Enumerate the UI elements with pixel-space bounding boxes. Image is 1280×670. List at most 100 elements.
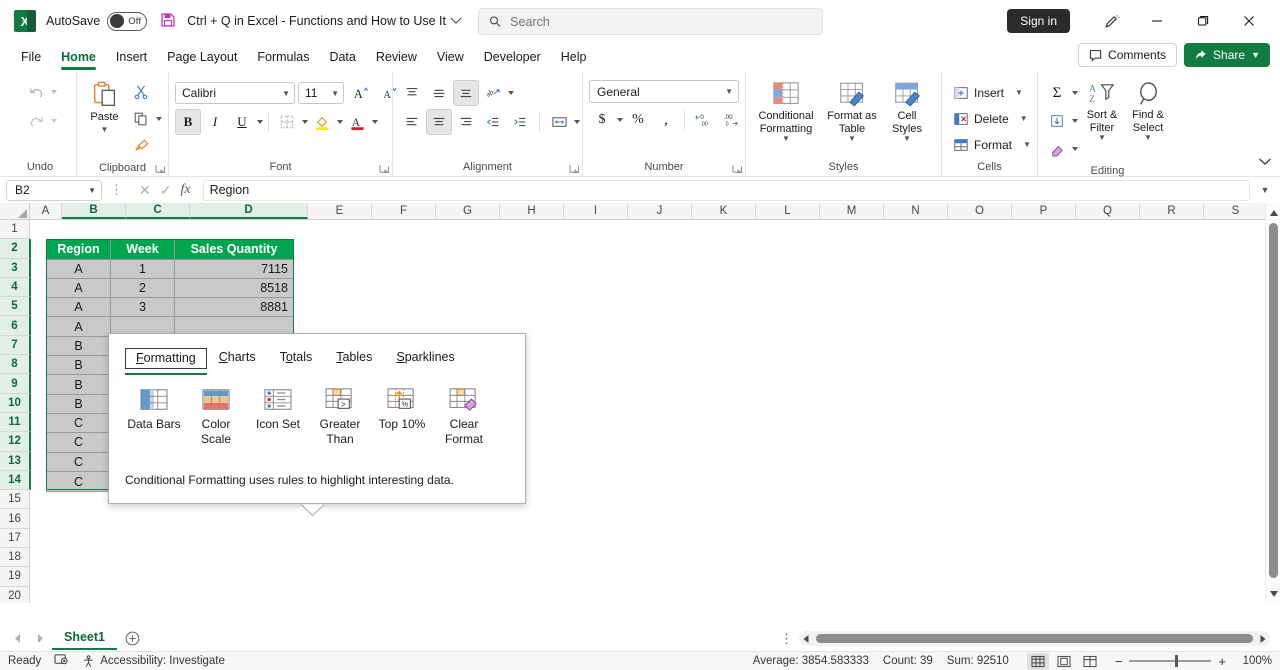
zoom-slider[interactable]: − + [1115, 654, 1226, 669]
number-format-select[interactable]: General ▼ [589, 80, 739, 103]
page-layout-view-button[interactable] [1053, 653, 1075, 670]
row-header-5[interactable]: 5 [0, 297, 31, 317]
borders-dropdown-icon[interactable] [302, 120, 308, 124]
comments-button[interactable]: Comments [1078, 43, 1178, 67]
search-box[interactable] [478, 8, 823, 35]
row-header-15[interactable]: 15 [0, 490, 29, 510]
column-header-K[interactable]: K [692, 203, 756, 219]
save-icon[interactable] [159, 11, 177, 32]
name-box-more-icon[interactable]: ⋮ [106, 182, 127, 198]
maximize-button[interactable] [1180, 0, 1226, 42]
status-average[interactable]: Average: 3854.583333 [753, 655, 869, 667]
column-header-I[interactable]: I [564, 203, 628, 219]
cell-region[interactable]: B [47, 336, 111, 357]
column-header-P[interactable]: P [1012, 203, 1076, 219]
comma-format-button[interactable]: , [653, 107, 679, 133]
qa-tab-totals[interactable]: Totals [268, 348, 325, 369]
underline-dropdown-icon[interactable] [257, 120, 263, 124]
close-button[interactable] [1226, 0, 1272, 42]
cell-region[interactable]: C [47, 452, 111, 472]
undo-dropdown-icon[interactable] [51, 90, 57, 94]
autosum-button[interactable]: Σ [1044, 80, 1070, 106]
orientation-dropdown-icon[interactable] [508, 91, 514, 95]
conditional-formatting-button[interactable]: Conditional Formatting ▼ [752, 78, 820, 146]
page-break-preview-button[interactable] [1079, 653, 1101, 670]
fill-color-button[interactable] [309, 109, 335, 135]
column-header-C[interactable]: C [126, 203, 190, 219]
zoom-in-button[interactable]: + [1218, 654, 1226, 669]
sort-filter-button[interactable]: A Z Sort & Filter ▼ [1080, 78, 1124, 145]
align-bottom-button[interactable] [453, 80, 479, 106]
cell-styles-button[interactable]: Cell Styles ▼ [884, 78, 930, 146]
column-header-R[interactable]: R [1140, 203, 1204, 219]
scroll-up-arrow[interactable] [1266, 204, 1280, 221]
add-sheet-button[interactable] [119, 628, 145, 650]
redo-button[interactable] [23, 108, 49, 134]
row-header-7[interactable]: 7 [0, 335, 31, 356]
format-as-table-button[interactable]: Format as Table ▼ [824, 78, 880, 146]
qa-item-clear-format[interactable]: Clear Format [433, 383, 495, 451]
increase-font-size-button[interactable]: A [347, 80, 373, 106]
column-header-H[interactable]: H [500, 203, 564, 219]
vertical-scroll-thumb[interactable] [1269, 223, 1278, 578]
cell-region[interactable]: A [47, 259, 111, 279]
qa-item-top-ten-percent[interactable]: % Top 10% [371, 383, 433, 451]
tab-insert[interactable]: Insert [107, 46, 156, 68]
row-header-13[interactable]: 13 [0, 451, 31, 471]
increase-indent-button[interactable] [507, 109, 533, 135]
sheet-tab-sheet1[interactable]: Sheet1 [52, 627, 117, 650]
row-header-19[interactable]: 19 [0, 567, 29, 587]
orientation-button[interactable]: ab [480, 80, 506, 106]
column-header-J[interactable]: J [628, 203, 692, 219]
cell-sales-quantity[interactable]: 8518 [175, 278, 293, 299]
tab-view[interactable]: View [428, 46, 473, 68]
fill-dropdown-icon[interactable] [1072, 119, 1078, 123]
row-header-18[interactable]: 18 [0, 548, 29, 568]
column-header-A[interactable]: A [30, 203, 62, 219]
column-header-E[interactable]: E [308, 203, 372, 219]
table-header-week[interactable]: Week [111, 240, 175, 260]
qa-item-data-bars[interactable]: Data Bars [123, 383, 185, 451]
qa-item-icon-set[interactable]: Icon Set [247, 383, 309, 451]
cell-region[interactable]: A [47, 298, 111, 318]
tab-data[interactable]: Data [320, 46, 364, 68]
cancel-formula-icon[interactable]: ✕ [139, 182, 151, 199]
percent-format-button[interactable]: % [625, 107, 651, 133]
column-header-D[interactable]: D [190, 203, 308, 219]
cell-sales-quantity[interactable]: 7115 [175, 259, 293, 279]
clear-dropdown-icon[interactable] [1072, 147, 1078, 151]
row-header-2[interactable]: 2 [0, 239, 31, 259]
decrease-indent-button[interactable] [480, 109, 506, 135]
tab-file[interactable]: File [12, 46, 50, 68]
clear-button[interactable] [1044, 136, 1070, 162]
column-header-B[interactable]: B [62, 203, 126, 219]
accounting-dropdown-icon[interactable] [617, 118, 623, 122]
formula-input[interactable]: Region [202, 179, 1250, 201]
align-center-button[interactable] [426, 109, 452, 135]
align-top-button[interactable] [399, 80, 425, 106]
copy-dropdown-icon[interactable] [156, 117, 162, 121]
merge-dropdown-icon[interactable] [574, 120, 580, 124]
row-header-4[interactable]: 4 [0, 277, 31, 298]
font-dialog-launcher[interactable] [379, 164, 390, 175]
qa-item-greater-than[interactable]: > Greater Than [309, 383, 371, 451]
fill-color-dropdown-icon[interactable] [337, 120, 343, 124]
row-header-8[interactable]: 8 [0, 355, 31, 375]
status-sum[interactable]: Sum: 92510 [947, 655, 1009, 667]
column-header-N[interactable]: N [884, 203, 948, 219]
sign-in-button[interactable]: Sign in [1007, 9, 1070, 33]
font-color-button[interactable]: A [344, 109, 370, 135]
zoom-out-button[interactable]: − [1115, 654, 1123, 669]
insert-function-icon[interactable]: fx [180, 182, 190, 198]
zoom-knob[interactable] [1175, 655, 1179, 667]
zoom-track[interactable] [1129, 655, 1212, 667]
align-right-button[interactable] [453, 109, 479, 135]
scroll-down-arrow[interactable] [1266, 585, 1280, 602]
italic-button[interactable]: I [202, 109, 228, 135]
column-header-O[interactable]: O [948, 203, 1012, 219]
qa-tab-tables[interactable]: Tables [324, 348, 384, 369]
autosum-dropdown-icon[interactable] [1072, 91, 1078, 95]
search-input[interactable] [510, 14, 812, 29]
minimize-button[interactable] [1134, 0, 1180, 42]
accounting-format-button[interactable]: $ [589, 107, 615, 133]
